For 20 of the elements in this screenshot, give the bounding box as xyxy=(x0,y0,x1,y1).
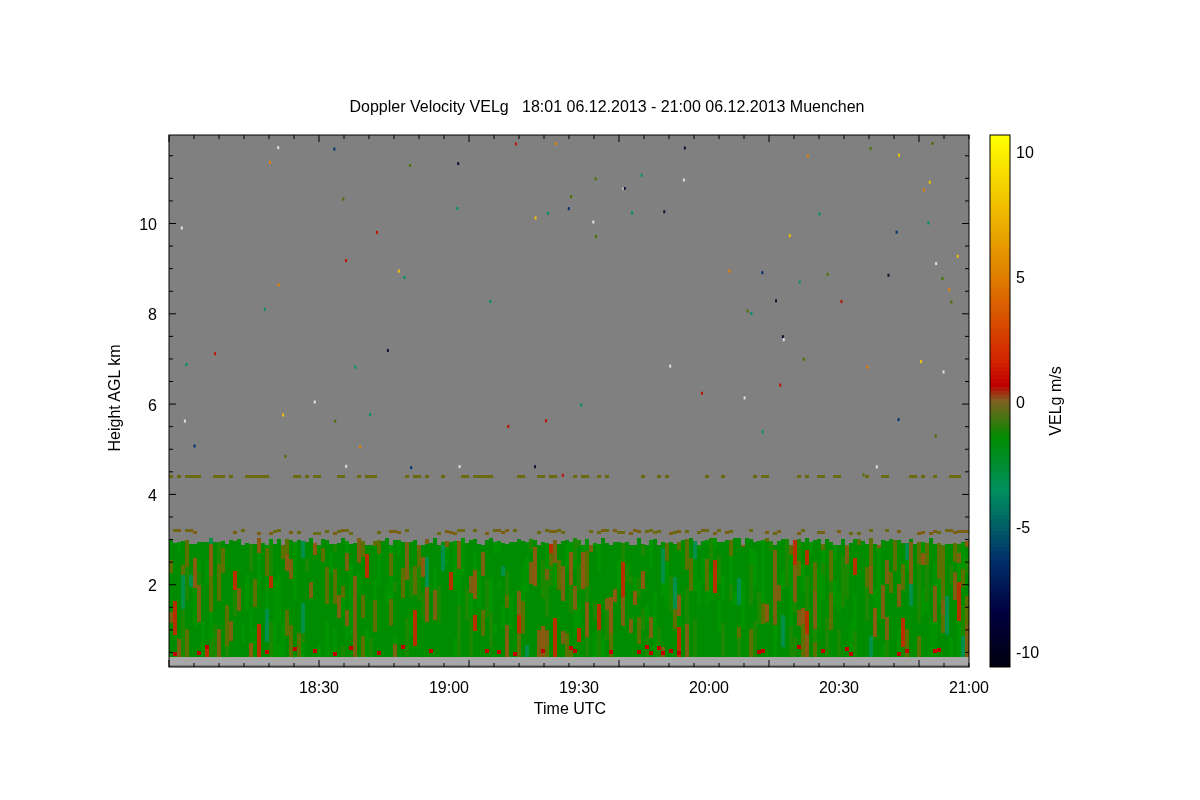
y-tick-label: 6 xyxy=(148,396,157,414)
x-tick-label: 20:00 xyxy=(689,679,729,696)
x-tick-label: 20:30 xyxy=(819,679,859,696)
colorbar-tick-label: -10 xyxy=(1016,644,1040,661)
y-tick-label: 8 xyxy=(148,306,157,324)
chart-title: Doppler Velocity VELg 18:01 06.12.2013 - 21:00 06.12.2013 Muenchen xyxy=(348,98,866,116)
colorbar-tick-label: 0 xyxy=(1016,394,1025,411)
colorbar-tick-label: 10 xyxy=(1016,144,1034,161)
x-tick-label: 19:30 xyxy=(559,679,599,696)
y-tick-label: 4 xyxy=(148,486,157,504)
x-axis-label: Time UTC xyxy=(533,700,607,717)
colorbar-label: VELg m/s xyxy=(1047,366,1064,436)
colorbar-tick-label: -5 xyxy=(1016,519,1031,536)
y-tick-label: 2 xyxy=(148,577,157,595)
x-tick-label: 21:00 xyxy=(949,679,989,696)
y-tick-label: 10 xyxy=(139,216,157,233)
y-axis-label: Height AGL km xyxy=(106,344,123,452)
x-tick-label: 18:30 xyxy=(299,679,339,696)
x-tick-label: 19:00 xyxy=(429,679,469,696)
colorbar-tick-label: 5 xyxy=(1016,269,1025,286)
